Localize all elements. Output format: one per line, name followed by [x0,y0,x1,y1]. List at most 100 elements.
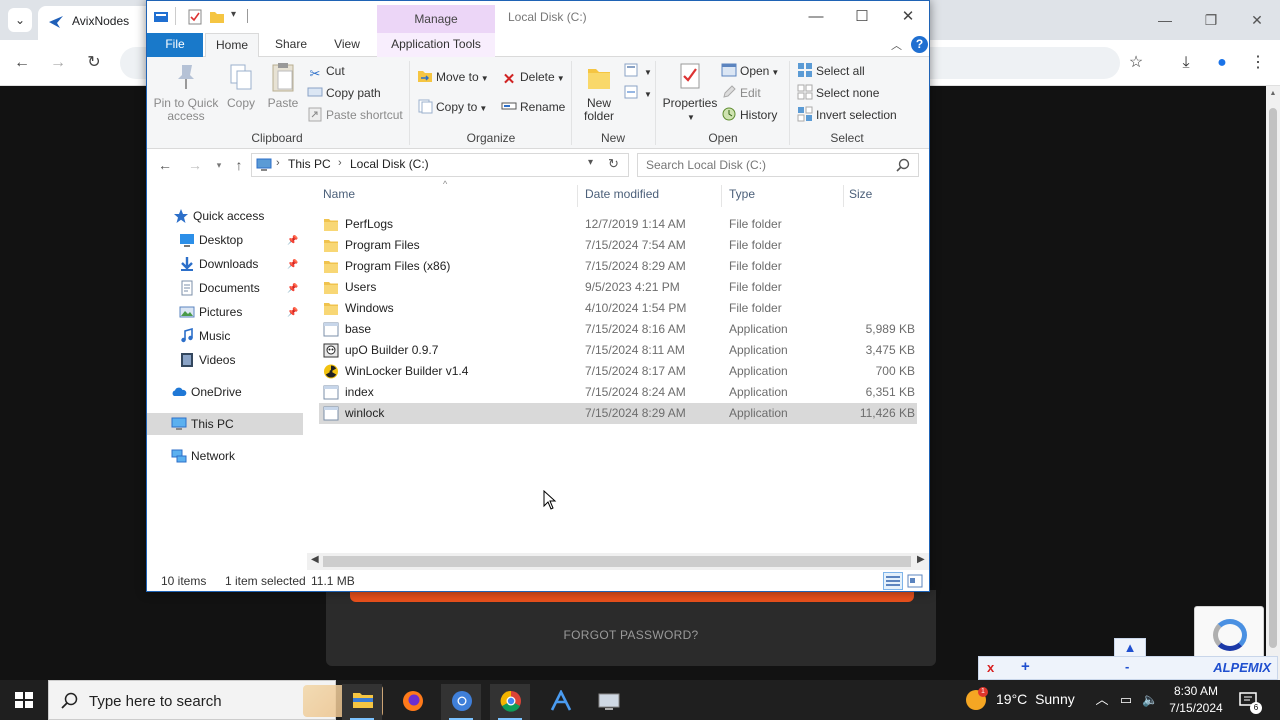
horizontal-scrollbar-thumb[interactable] [323,556,911,567]
breadcrumb-chevron-icon[interactable]: › [276,157,280,169]
sidebar-item-this-pc[interactable]: This PC [147,413,303,435]
properties-button[interactable]: Properties ▼ [661,61,719,124]
file-row[interactable]: Program Files (x86) 7/15/2024 8:29 AM File… [319,256,917,277]
delete-button[interactable]: ✕ Delete ▼ [501,67,565,88]
address-dropdown-icon[interactable]: ▾ [588,157,593,168]
weather-widget[interactable]: 19°C Sunny [996,691,1075,707]
column-header-date-modified[interactable]: Date modified [585,187,659,201]
pinned-icon[interactable]: 📌 [287,229,298,251]
taskbar-firefox[interactable] [392,684,432,720]
refresh-icon[interactable]: ↻ [608,156,619,172]
taskbar-remote-app[interactable] [588,684,628,720]
properties-quick-icon[interactable] [187,9,203,25]
network-status-icon[interactable]: ▭ [1118,692,1134,708]
search-icon[interactable] [896,158,910,172]
tab-file[interactable]: File [147,33,203,57]
new-folder-quick-icon[interactable] [209,9,225,25]
help-icon[interactable]: ? [911,36,928,53]
forgot-password-link[interactable]: FORGOT PASSWORD? [326,628,936,642]
copy-button[interactable]: Copy [221,61,261,110]
system-clock[interactable]: 8:30 AM 7/15/2024 [1164,683,1228,717]
alpemix-expand-button[interactable]: ▲ [1114,638,1146,658]
browser-close-button[interactable]: ✕ [1242,8,1272,32]
sidebar-item-documents[interactable]: Documents 📌 [147,277,303,299]
sidebar-item-pictures[interactable]: Pictures 📌 [147,301,303,323]
alpemix-close-button[interactable]: x [987,660,994,675]
back-icon[interactable]: ← [10,52,34,76]
sidebar-item-videos[interactable]: Videos [147,349,303,371]
column-header-name[interactable]: Name [323,187,355,201]
alpemix-add-button[interactable]: + [1021,658,1030,675]
taskbar-search-box[interactable]: Type here to search [48,680,383,720]
start-button[interactable] [0,680,48,720]
sidebar-item-network[interactable]: Network [147,445,303,467]
forward-arrow-icon[interactable]: → [185,155,205,175]
file-row[interactable]: base 7/15/2024 8:16 AM Application 5,989 KB [319,319,917,340]
easy-access-button[interactable]: ▼ [623,83,652,103]
address-bar[interactable]: › This PC › Local Disk (C:) ▾ ↻ [251,153,629,177]
scroll-right-icon[interactable]: ▶ [917,554,925,565]
tab-share[interactable]: Share [265,33,317,57]
history-button[interactable]: History [721,105,777,125]
taskbar-avixnodes[interactable] [540,684,580,720]
page-scrollbar-thumb[interactable] [1269,108,1277,648]
file-row[interactable]: upO Builder 0.9.7 7/15/2024 8:11 AM Applic… [319,340,917,361]
open-button[interactable]: Open ▼ [721,61,779,81]
sidebar-item-downloads[interactable]: Downloads 📌 [147,253,303,275]
copy-path-button[interactable]: Copy path [307,83,381,103]
volume-muted-icon[interactable]: 🔈 [1142,692,1158,708]
file-row[interactable]: Users 9/5/2023 4:21 PM File folder [319,277,917,298]
sidebar-item-music[interactable]: Music [147,325,303,347]
breadcrumb-this-pc[interactable]: This PC [288,157,331,171]
paste-button[interactable]: Paste [263,61,303,110]
search-input[interactable] [638,154,888,176]
recent-locations-icon[interactable]: ▾ [209,155,229,175]
sidebar-item-desktop[interactable]: Desktop 📌 [147,229,303,251]
maximize-button[interactable]: ☐ [839,5,885,29]
collapse-ribbon-icon[interactable]: ︿ [891,37,902,53]
file-row[interactable]: PerfLogs 12/7/2019 1:14 AM File folder [319,214,917,235]
invert-selection-button[interactable]: Invert selection [797,105,897,125]
search-box[interactable] [637,153,919,177]
file-row[interactable]: Windows 4/10/2024 1:54 PM File folder [319,298,917,319]
downloads-icon[interactable]: ⤓ [1174,52,1198,76]
show-hidden-icons-icon[interactable]: ︿ [1094,692,1110,708]
column-divider[interactable] [843,185,844,207]
browser-restore-button[interactable]: ❐ [1196,8,1226,32]
recaptcha-badge[interactable] [1194,606,1264,662]
tab-search-button[interactable]: ⌄ [8,8,32,32]
sidebar-item-onedrive[interactable]: OneDrive [147,381,303,403]
breadcrumb-chevron-icon[interactable]: › [338,157,342,169]
file-row[interactable]: index 7/15/2024 8:24 AM Application 6,351 K… [319,382,917,403]
pinned-icon[interactable]: 📌 [287,277,298,299]
forward-icon[interactable]: → [46,52,70,76]
select-none-button[interactable]: Select none [797,83,879,103]
profile-icon[interactable]: ● [1210,52,1234,76]
rename-button[interactable]: Rename [501,97,565,117]
bookmark-star-icon[interactable]: ☆ [1124,52,1148,76]
paste-shortcut-button[interactable]: Paste shortcut [307,105,403,125]
cut-button[interactable]: ✂ Cut [307,61,345,81]
customize-quick-access-icon[interactable]: ▾ [231,9,236,20]
horizontal-scrollbar[interactable]: ◀ ▶ [307,553,929,570]
back-arrow-icon[interactable]: ← [155,155,175,175]
large-icons-view-icon[interactable] [905,572,925,590]
new-item-button[interactable]: ▼ [623,61,652,81]
taskbar-file-explorer[interactable] [342,684,382,720]
move-to-button[interactable]: Move to ▼ [417,67,489,87]
pinned-icon[interactable]: 📌 [287,301,298,323]
tab-application-tools[interactable]: Application Tools [377,33,495,57]
file-row[interactable]: winlock 7/15/2024 8:29 AM Application 11,42… [319,403,917,424]
tab-home[interactable]: Home [205,33,259,58]
pin-to-quick-access-button[interactable]: Pin to Quick access [153,61,219,123]
pinned-icon[interactable]: 📌 [287,253,298,275]
scroll-left-icon[interactable]: ◀ [311,554,319,565]
menu-kebab-icon[interactable]: ⋮ [1246,52,1270,76]
details-view-icon[interactable] [883,572,903,590]
scroll-up-icon[interactable]: ▲ [1269,90,1277,98]
alpemix-minimize-button[interactable]: - [1125,659,1129,674]
new-folder-button[interactable]: New folder [577,61,621,123]
edit-button[interactable]: Edit [721,83,761,103]
up-arrow-icon[interactable]: ↑ [229,155,249,175]
taskbar-chrome[interactable] [490,684,530,720]
